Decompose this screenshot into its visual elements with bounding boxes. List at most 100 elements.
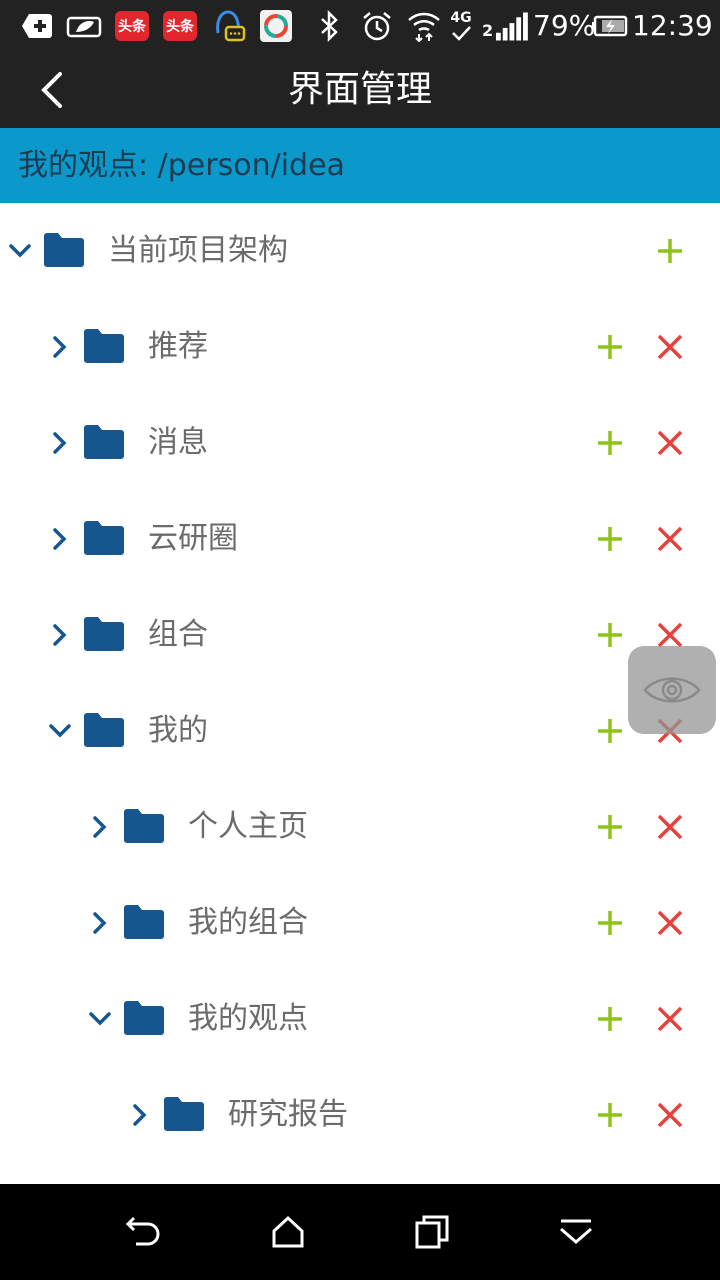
tree-row-mine[interactable]: 我的 bbox=[0, 683, 720, 779]
qq-icon bbox=[212, 8, 246, 44]
tree-label: 消息 bbox=[148, 425, 208, 460]
tree-row-my-ideas[interactable]: 我的观点 bbox=[0, 971, 720, 1067]
bluetooth-icon bbox=[316, 8, 342, 44]
menu-down-icon bbox=[560, 1219, 592, 1244]
tree-label: 当前项目架构 bbox=[108, 233, 288, 268]
add-button[interactable] bbox=[590, 519, 630, 559]
add-box-icon bbox=[20, 8, 54, 44]
plus-icon bbox=[598, 527, 622, 551]
folder-icon bbox=[164, 1097, 204, 1131]
plus-icon bbox=[598, 1007, 622, 1031]
delete-button[interactable] bbox=[650, 327, 690, 367]
add-button[interactable] bbox=[590, 615, 630, 655]
delete-button[interactable] bbox=[650, 903, 690, 943]
app-icon bbox=[258, 8, 294, 44]
add-button[interactable] bbox=[590, 327, 630, 367]
tree-row-messages[interactable]: 消息 bbox=[0, 395, 720, 491]
tree-row-profile[interactable]: 个人主页 bbox=[0, 779, 720, 875]
leaf-icon bbox=[66, 8, 102, 44]
tree-row-research-report[interactable]: 研究报告 bbox=[0, 1067, 720, 1163]
plus-icon bbox=[598, 719, 622, 743]
chevron-right-icon[interactable] bbox=[80, 903, 120, 943]
tree-row-root[interactable]: 当前项目架构 bbox=[0, 203, 720, 299]
battery-percent: 79% bbox=[533, 9, 596, 42]
tree-label: 个人主页 bbox=[188, 809, 308, 844]
chevron-down-icon[interactable] bbox=[40, 711, 80, 751]
folder-icon bbox=[84, 521, 124, 555]
folder-icon bbox=[84, 425, 124, 459]
plus-icon bbox=[598, 1103, 622, 1127]
nav-menu-button[interactable] bbox=[552, 1208, 600, 1256]
app-header: 界面管理 bbox=[0, 52, 720, 128]
chevron-down-icon[interactable] bbox=[0, 231, 40, 271]
folder-icon bbox=[84, 329, 124, 363]
chevron-down-icon[interactable] bbox=[80, 999, 120, 1039]
eye-icon bbox=[643, 677, 701, 703]
delete-button[interactable] bbox=[650, 519, 690, 559]
floating-preview-button[interactable] bbox=[628, 646, 716, 734]
add-button[interactable] bbox=[590, 999, 630, 1039]
tree-label: 我的 bbox=[148, 713, 208, 748]
delete-button[interactable] bbox=[650, 423, 690, 463]
add-button[interactable] bbox=[590, 903, 630, 943]
status-bar: 头条 头条 4G 2 79% 12:39 bbox=[0, 0, 720, 52]
tree-row-my-portfolio[interactable]: 我的组合 bbox=[0, 875, 720, 971]
folder-icon bbox=[124, 809, 164, 843]
chevron-right-icon[interactable] bbox=[40, 519, 80, 559]
signal-icon: 2 bbox=[482, 8, 528, 44]
wifi-icon bbox=[406, 8, 442, 44]
tree-row-cloud-circle[interactable]: 云研圈 bbox=[0, 491, 720, 587]
folder-icon bbox=[124, 905, 164, 939]
toutiao-app-icon: 头条 bbox=[114, 8, 150, 44]
back-arrow-icon bbox=[41, 72, 62, 108]
plus-icon bbox=[598, 335, 622, 359]
close-icon bbox=[657, 334, 683, 360]
chevron-right-icon[interactable] bbox=[40, 615, 80, 655]
tree-label: 推荐 bbox=[148, 329, 208, 364]
alarm-icon bbox=[360, 8, 394, 44]
tree-view: 当前项目架构 推荐 消息 云研圈 组合 我的 个人主页 我的组合 我的观点 研究… bbox=[0, 203, 720, 1163]
add-button[interactable] bbox=[590, 423, 630, 463]
tree-label: 我的观点 bbox=[188, 1001, 308, 1036]
close-icon bbox=[657, 622, 683, 648]
current-path-bar: 我的观点: /person/idea bbox=[0, 128, 720, 203]
toutiao-app-icon: 头条 bbox=[162, 8, 198, 44]
delete-button[interactable] bbox=[650, 999, 690, 1039]
add-button[interactable] bbox=[590, 807, 630, 847]
folder-icon bbox=[124, 1001, 164, 1035]
close-icon bbox=[657, 1102, 683, 1128]
chevron-right-icon[interactable] bbox=[80, 807, 120, 847]
folder-icon bbox=[84, 617, 124, 651]
back-button[interactable] bbox=[24, 62, 80, 118]
close-icon bbox=[657, 814, 683, 840]
plus-icon bbox=[598, 431, 622, 455]
nav-home-button[interactable] bbox=[264, 1208, 312, 1256]
nav-recents-button[interactable] bbox=[408, 1208, 456, 1256]
tree-label: 我的组合 bbox=[188, 905, 308, 940]
close-icon bbox=[657, 526, 683, 552]
delete-button[interactable] bbox=[650, 807, 690, 847]
chevron-right-icon[interactable] bbox=[40, 423, 80, 463]
close-icon bbox=[657, 910, 683, 936]
chevron-right-icon[interactable] bbox=[120, 1095, 160, 1135]
chevron-right-icon[interactable] bbox=[40, 327, 80, 367]
recents-icon bbox=[415, 1215, 449, 1249]
nav-back-button[interactable] bbox=[120, 1208, 168, 1256]
system-nav-bar bbox=[0, 1184, 720, 1280]
tree-row-portfolio[interactable]: 组合 bbox=[0, 587, 720, 683]
home-icon bbox=[272, 1215, 304, 1248]
tree-label: 云研圈 bbox=[148, 521, 238, 556]
add-button[interactable] bbox=[650, 231, 690, 271]
add-button[interactable] bbox=[590, 1095, 630, 1135]
tree-row-recommend[interactable]: 推荐 bbox=[0, 299, 720, 395]
back-icon bbox=[125, 1216, 160, 1246]
tree-label: 组合 bbox=[148, 617, 208, 652]
4g-icon: 4G bbox=[448, 8, 474, 44]
delete-button[interactable] bbox=[650, 1095, 690, 1135]
folder-icon bbox=[44, 233, 84, 267]
close-icon bbox=[657, 430, 683, 456]
folder-icon bbox=[84, 713, 124, 747]
add-button[interactable] bbox=[590, 711, 630, 751]
close-icon bbox=[657, 1006, 683, 1032]
clock: 12:39 bbox=[632, 9, 713, 42]
